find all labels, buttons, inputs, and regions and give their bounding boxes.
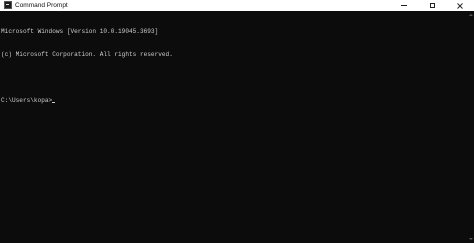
console-output[interactable]: Microsoft Windows [Version 10.0.19045.36… (0, 13, 469, 243)
vertical-scrollbar[interactable] (468, 11, 474, 243)
console-line-version: Microsoft Windows [Version 10.0.19045.36… (1, 28, 159, 36)
maximize-icon (429, 3, 435, 8)
console-prompt-line[interactable]: C:\Users\kopa> (1, 97, 469, 105)
command-prompt-window: Command Prompt Microsoft Windows [Versio… (0, 0, 474, 243)
minimize-button[interactable] (390, 0, 418, 11)
close-icon (457, 2, 463, 9)
scroll-up-arrow-icon[interactable] (469, 14, 473, 16)
window-title: Command Prompt (15, 2, 68, 9)
scroll-down-arrow-icon[interactable] (469, 238, 473, 240)
text-cursor (52, 102, 56, 104)
maximize-button[interactable] (418, 0, 446, 11)
minimize-icon (401, 5, 407, 6)
console-line-copyright: (c) Microsoft Corporation. All rights re… (1, 50, 173, 58)
window-controls (390, 0, 474, 11)
prompt-text: C:\Users\kopa> (1, 96, 53, 104)
console-line-blank (1, 74, 469, 82)
command-prompt-icon[interactable] (4, 1, 12, 9)
close-button[interactable] (446, 0, 474, 11)
title-bar[interactable]: Command Prompt (0, 0, 474, 11)
